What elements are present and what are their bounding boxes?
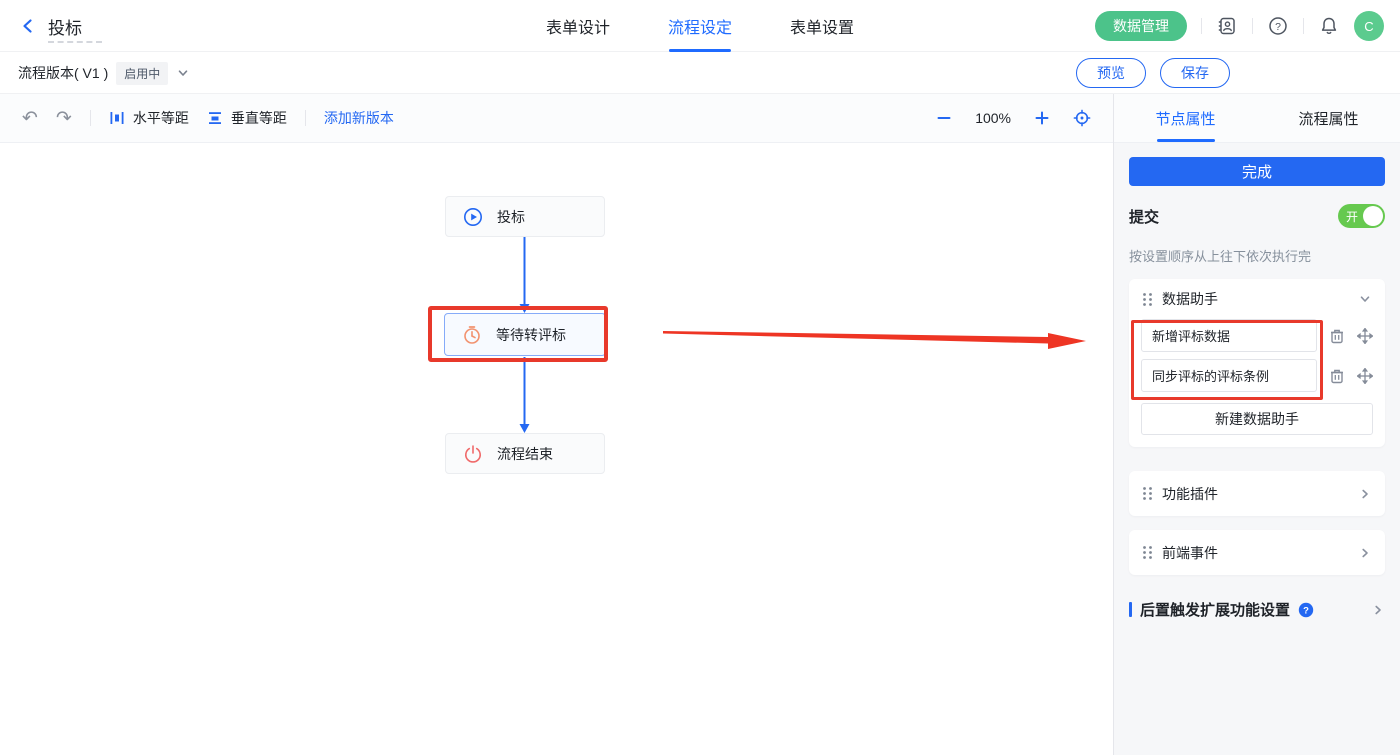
chevron-right-icon[interactable] bbox=[1358, 546, 1372, 560]
divider bbox=[1303, 18, 1304, 34]
undo-icon[interactable]: ↶ bbox=[22, 109, 38, 128]
node-label: 流程结束 bbox=[497, 444, 553, 464]
play-icon bbox=[463, 207, 483, 227]
toggle-state-label: 开 bbox=[1346, 208, 1358, 225]
chevron-right-icon[interactable] bbox=[1371, 603, 1385, 617]
panel-body: 完成 提交 开 按设置顺序从上往下依次执行完 数据助手 新增评标数据 bbox=[1114, 143, 1400, 620]
drag-handle-icon[interactable] bbox=[1142, 486, 1153, 501]
properties-panel: 节点属性 流程属性 完成 提交 开 按设置顺序从上往下依次执行完 数据助手 bbox=[1113, 94, 1400, 755]
vertical-spacing-label: 垂直等距 bbox=[231, 108, 287, 128]
zoom-level: 100% bbox=[975, 110, 1011, 126]
top-header: 投标 表单设计 流程设定 表单设置 数据管理 ? C bbox=[0, 0, 1400, 52]
flow-canvas[interactable]: 投标 等待转评标 流程结束 bbox=[0, 143, 1113, 755]
tab-flow-setting[interactable]: 流程设定 bbox=[668, 0, 732, 52]
toggle-knob bbox=[1363, 206, 1383, 226]
assistant-item-row: 同步评标的评标条例 bbox=[1141, 359, 1373, 392]
trash-icon[interactable] bbox=[1328, 327, 1345, 344]
power-icon bbox=[463, 444, 483, 464]
assistant-item[interactable]: 新增评标数据 bbox=[1141, 319, 1317, 352]
add-version-link[interactable]: 添加新版本 bbox=[324, 108, 394, 128]
zoom-out-icon[interactable] bbox=[935, 109, 953, 127]
svg-text:?: ? bbox=[1303, 605, 1309, 616]
horizontal-spacing-button[interactable]: 水平等距 bbox=[109, 108, 189, 128]
drag-handle-icon[interactable] bbox=[1142, 292, 1153, 307]
canvas-toolbar: ↶ ↷ 水平等距 垂直等距 添加新版本 100% bbox=[0, 94, 1113, 143]
version-info: 流程版本( V1 ) 启用中 bbox=[18, 52, 190, 94]
divider bbox=[90, 110, 91, 126]
redo-icon[interactable]: ↷ bbox=[56, 109, 72, 128]
horizontal-spacing-label: 水平等距 bbox=[133, 108, 189, 128]
preview-button[interactable]: 预览 bbox=[1076, 58, 1146, 88]
version-actions: 预览 保存 bbox=[1076, 52, 1230, 94]
submit-row: 提交 开 bbox=[1129, 204, 1385, 228]
plugin-section-title: 功能插件 bbox=[1162, 484, 1349, 504]
chevron-left-icon bbox=[20, 18, 36, 34]
main-tabs: 表单设计 流程设定 表单设置 bbox=[546, 0, 854, 52]
help-icon[interactable]: ? bbox=[1267, 15, 1289, 37]
divider bbox=[1201, 18, 1202, 34]
locate-target-icon[interactable] bbox=[1073, 109, 1091, 127]
tab-form-settings[interactable]: 表单设置 bbox=[790, 0, 854, 52]
plugin-section-card[interactable]: 功能插件 bbox=[1129, 471, 1385, 516]
drag-handle-icon[interactable] bbox=[1142, 545, 1153, 560]
timer-icon bbox=[462, 325, 482, 345]
post-trigger-label: 后置触发扩展功能设置 bbox=[1140, 599, 1290, 620]
assistant-item[interactable]: 同步评标的评标条例 bbox=[1141, 359, 1317, 392]
frontend-section-card[interactable]: 前端事件 bbox=[1129, 530, 1385, 575]
save-button[interactable]: 保存 bbox=[1160, 58, 1230, 88]
frontend-section-title: 前端事件 bbox=[1162, 543, 1349, 563]
data-assistant-card: 数据助手 新增评标数据 同步评标的评标条例 bbox=[1129, 279, 1385, 447]
move-icon[interactable] bbox=[1356, 327, 1373, 344]
tab-form-design[interactable]: 表单设计 bbox=[546, 0, 610, 52]
section-marker bbox=[1129, 602, 1132, 617]
chevron-down-icon[interactable] bbox=[1358, 292, 1372, 306]
header-actions: 数据管理 ? C bbox=[1095, 0, 1384, 52]
order-hint: 按设置顺序从上往下依次执行完 bbox=[1129, 246, 1385, 265]
assistant-item-row: 新增评标数据 bbox=[1141, 319, 1373, 352]
avatar[interactable]: C bbox=[1354, 11, 1384, 41]
done-button[interactable]: 完成 bbox=[1129, 157, 1385, 186]
bell-icon[interactable] bbox=[1318, 15, 1340, 37]
page-title: 投标 bbox=[48, 14, 82, 39]
version-bar: 流程版本( V1 ) 启用中 预览 保存 bbox=[0, 52, 1400, 94]
trash-icon[interactable] bbox=[1328, 367, 1345, 384]
flow-node-start[interactable]: 投标 bbox=[445, 196, 605, 237]
flow-node-wait[interactable]: 等待转评标 bbox=[444, 313, 606, 356]
help-badge-icon[interactable]: ? bbox=[1298, 602, 1314, 618]
move-icon[interactable] bbox=[1356, 367, 1373, 384]
vertical-spacing-button[interactable]: 垂直等距 bbox=[207, 108, 287, 128]
flow-node-end[interactable]: 流程结束 bbox=[445, 433, 605, 474]
divider bbox=[1252, 18, 1253, 34]
submit-toggle[interactable]: 开 bbox=[1338, 204, 1385, 228]
back-button[interactable]: 投标 bbox=[20, 0, 82, 52]
title-edit-underline bbox=[48, 41, 102, 43]
new-data-assistant-button[interactable]: 新建数据助手 bbox=[1141, 403, 1373, 435]
chevron-down-icon[interactable] bbox=[176, 66, 190, 80]
zoom-in-icon[interactable] bbox=[1033, 109, 1051, 127]
submit-label: 提交 bbox=[1129, 206, 1159, 227]
post-trigger-settings[interactable]: 后置触发扩展功能设置 ? bbox=[1129, 599, 1385, 620]
data-assistant-header[interactable]: 数据助手 bbox=[1129, 279, 1385, 319]
version-label: 流程版本( V1 ) bbox=[18, 63, 108, 83]
status-badge: 启用中 bbox=[116, 62, 168, 85]
contacts-book-icon[interactable] bbox=[1216, 15, 1238, 37]
vertical-spacing-icon bbox=[207, 110, 223, 126]
node-label: 等待转评标 bbox=[496, 325, 566, 345]
chevron-right-icon[interactable] bbox=[1358, 487, 1372, 501]
node-label: 投标 bbox=[497, 207, 525, 227]
data-manage-button[interactable]: 数据管理 bbox=[1095, 11, 1187, 41]
data-assistant-title: 数据助手 bbox=[1162, 289, 1349, 309]
panel-tabs: 节点属性 流程属性 bbox=[1114, 94, 1400, 143]
tab-node-properties[interactable]: 节点属性 bbox=[1114, 94, 1257, 142]
divider bbox=[305, 110, 306, 126]
app-root: 投标 表单设计 流程设定 表单设置 数据管理 ? C 流 bbox=[0, 0, 1400, 755]
svg-text:?: ? bbox=[1275, 21, 1281, 33]
tab-flow-properties[interactable]: 流程属性 bbox=[1257, 94, 1400, 142]
horizontal-spacing-icon bbox=[109, 110, 125, 126]
